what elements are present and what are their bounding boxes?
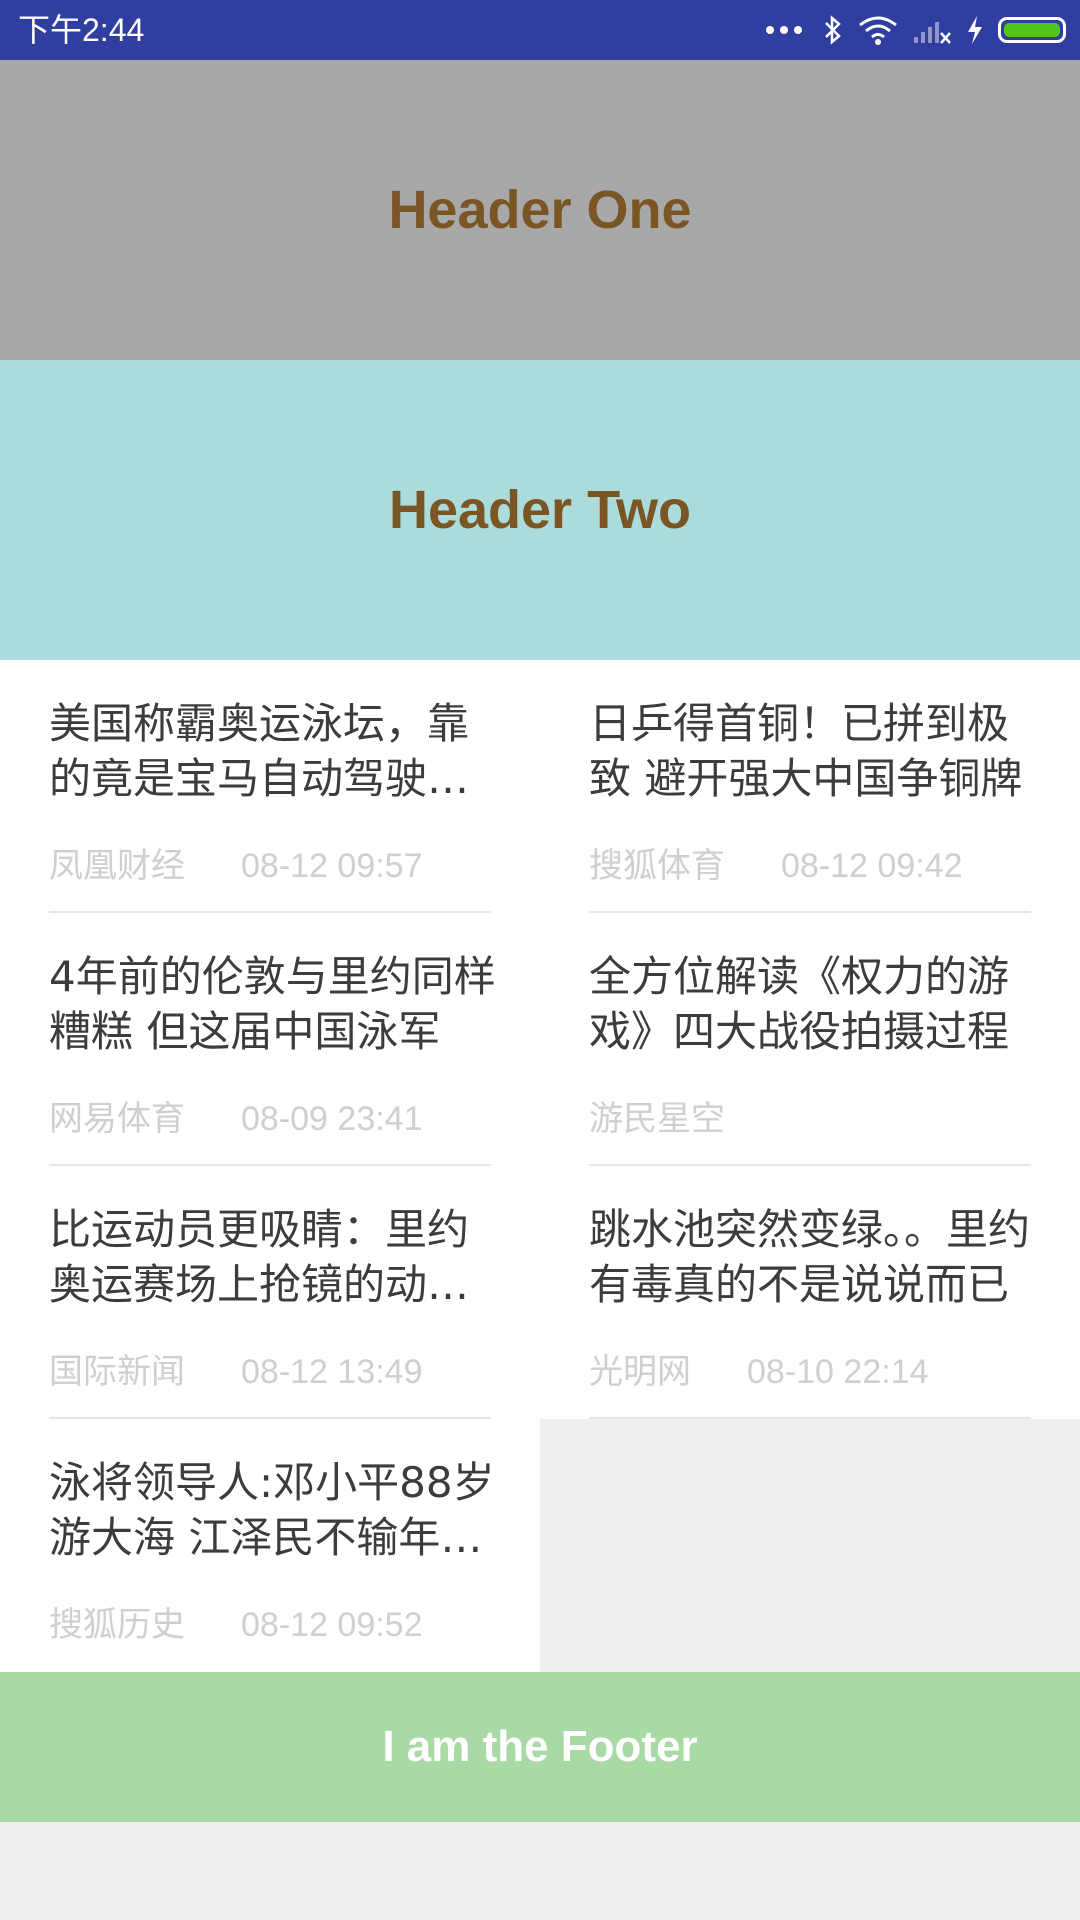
status-bar: 下午2:44 xyxy=(0,0,1080,60)
status-icons xyxy=(766,0,1066,60)
news-date: 08-12 09:57 xyxy=(241,847,423,885)
news-title: 4年前的伦敦与里约同样糟糕 但这届中国泳军 xyxy=(49,952,496,1056)
header-one: Header One xyxy=(0,60,1080,360)
news-source: 游民星空 xyxy=(589,1099,725,1139)
wifi-icon xyxy=(859,16,897,45)
charging-icon xyxy=(968,16,982,44)
news-date: 08-12 09:52 xyxy=(241,1606,423,1644)
status-time: 下午2:44 xyxy=(18,12,145,48)
news-meta: 凤凰财经 08-12 09:57 xyxy=(49,838,423,887)
news-source: 光明网 xyxy=(589,1352,691,1392)
news-source: 搜狐体育 xyxy=(589,846,725,886)
news-source: 国际新闻 xyxy=(49,1352,185,1392)
header-one-title: Header One xyxy=(388,180,692,240)
news-card[interactable]: 4年前的伦敦与里约同样糟糕 但这届中国泳军 网易体育 08-09 23:41 xyxy=(0,913,540,1166)
news-card[interactable]: 跳水池突然变绿。。里约有毒真的不是说说而已 光明网 08-10 22:14 xyxy=(540,1166,1080,1419)
news-card[interactable]: 全方位解读《权力的游戏》四大战役拍摄过程 游民星空 xyxy=(540,913,1080,1166)
news-meta: 搜狐体育 08-12 09:42 xyxy=(589,838,963,887)
news-card[interactable]: 美国称霸奥运泳坛，靠的竟是宝马自动驾驶技术 凤凰财经 08-12 09:57 xyxy=(0,660,540,913)
footer: I am the Footer xyxy=(0,1672,1080,1822)
footer-label: I am the Footer xyxy=(382,1722,698,1771)
news-title: 美国称霸奥运泳坛，靠的竟是宝马自动驾驶技术 xyxy=(49,699,470,803)
news-title: 跳水池突然变绿。。里约有毒真的不是说说而已 xyxy=(589,1205,1031,1309)
news-date: 08-12 13:49 xyxy=(241,1353,423,1391)
news-meta: 国际新闻 08-12 13:49 xyxy=(49,1344,423,1393)
news-date: 08-09 23:41 xyxy=(241,1100,423,1138)
bluetooth-icon xyxy=(825,15,841,45)
more-dots-icon xyxy=(766,26,802,34)
news-card[interactable]: 比运动员更吸睛：里约奥运赛场上抢镜的动物们 国际新闻 08-12 13:49 xyxy=(0,1166,540,1419)
news-meta: 搜狐历史 08-12 09:52 xyxy=(49,1597,423,1646)
news-meta: 光明网 08-10 22:14 xyxy=(589,1344,929,1393)
news-title: 全方位解读《权力的游戏》四大战役拍摄过程 xyxy=(589,952,1010,1056)
news-title: 日乒得首铜！已拼到极致 避开强大中国争铜牌 xyxy=(589,699,1023,803)
news-title: 比运动员更吸睛：里约奥运赛场上抢镜的动物们 xyxy=(49,1205,470,1309)
news-meta: 网易体育 08-09 23:41 xyxy=(49,1091,423,1140)
news-card[interactable]: 泳将领导人:邓小平88岁游大海 江泽民不输年轻人 搜狐历史 08-12 09:52 xyxy=(0,1419,540,1672)
battery-icon xyxy=(998,17,1066,43)
header-two: Header Two xyxy=(0,360,1080,660)
news-date: 08-12 09:42 xyxy=(781,847,963,885)
signal-off-icon xyxy=(914,22,951,44)
news-source: 网易体育 xyxy=(49,1099,185,1139)
news-source: 搜狐历史 xyxy=(49,1605,185,1645)
header-two-title: Header Two xyxy=(388,480,692,540)
news-card[interactable]: 日乒得首铜！已拼到极致 避开强大中国争铜牌 搜狐体育 08-12 09:42 xyxy=(540,660,1080,913)
news-source: 凤凰财经 xyxy=(49,846,185,886)
news-title: 泳将领导人:邓小平88岁游大海 江泽民不输年轻人 xyxy=(49,1458,495,1562)
divider xyxy=(589,1417,1031,1419)
news-meta: 游民星空 xyxy=(589,1091,781,1140)
news-date: 08-10 22:14 xyxy=(747,1353,929,1391)
